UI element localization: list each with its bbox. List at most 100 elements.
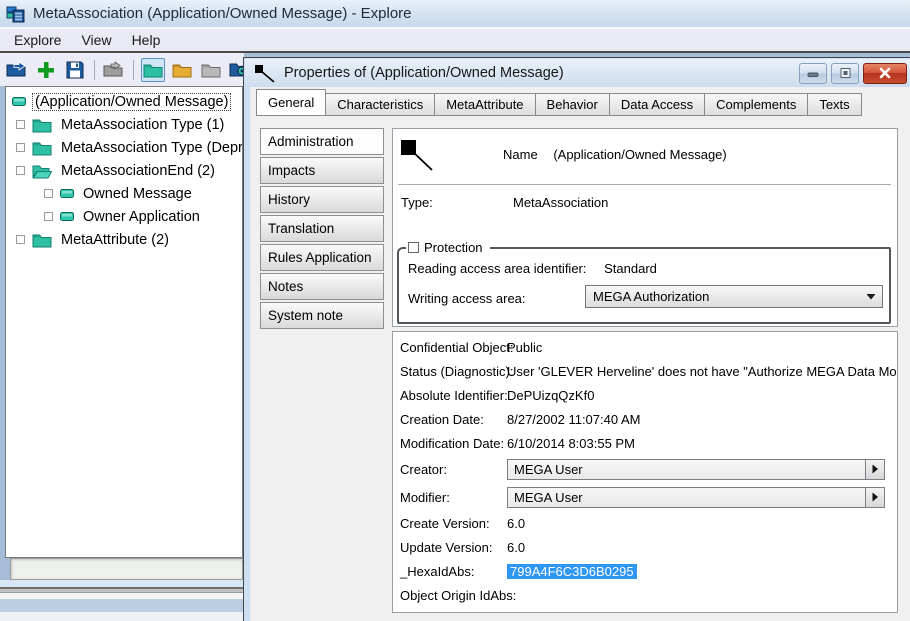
side-tab-impacts[interactable]: Impacts bbox=[260, 157, 384, 184]
field-value: 6.0 bbox=[507, 540, 525, 555]
tab-behavior[interactable]: Behavior bbox=[535, 93, 610, 116]
modifier-combo[interactable]: MEGA User bbox=[507, 487, 885, 508]
folder-yellow-icon[interactable] bbox=[170, 58, 194, 82]
field-row-hexaidabs: _HexaIdAbs:799A4F6C3D6B0295 bbox=[393, 559, 897, 583]
writing-access-area-select[interactable]: MEGA Authorization bbox=[585, 285, 883, 308]
side-tab-rules-application[interactable]: Rules Application bbox=[260, 244, 384, 271]
field-label: Confidential Object: bbox=[393, 340, 507, 355]
tree-item-metaassociation-type-depr[interactable]: MetaAssociation Type (Depr bbox=[6, 136, 242, 159]
separator bbox=[398, 184, 891, 185]
field-row-modification-date: Modification Date:6/10/2014 8:03:55 PM bbox=[393, 431, 897, 455]
tree-expander-icon[interactable] bbox=[16, 166, 25, 175]
statusbar bbox=[10, 558, 243, 580]
field-row-object-origin-idabs: Object Origin IdAbs: bbox=[393, 583, 897, 607]
reading-access-label: Reading access area identifier: bbox=[408, 261, 587, 276]
menu-help[interactable]: Help bbox=[122, 30, 171, 50]
side-tab-administration[interactable]: Administration bbox=[260, 128, 384, 155]
type-label: Type: bbox=[401, 195, 433, 210]
combo-expand-icon[interactable] bbox=[865, 488, 884, 507]
side-tab-translation[interactable]: Translation bbox=[260, 215, 384, 242]
tab-texts[interactable]: Texts bbox=[807, 93, 861, 116]
side-tab-strip: AdministrationImpactsHistoryTranslationR… bbox=[260, 128, 384, 331]
combo-expand-icon[interactable] bbox=[865, 460, 884, 479]
writing-access-label: Writing access area: bbox=[408, 291, 526, 306]
import-folder-icon[interactable] bbox=[102, 58, 126, 82]
chevron-down-icon bbox=[860, 293, 882, 300]
field-row-absolute-identifier: Absolute Identifier:DePUizqQzKf0 bbox=[393, 383, 897, 407]
field-label: Update Version: bbox=[393, 540, 507, 555]
main-window-title: MetaAssociation (Application/Owned Messa… bbox=[33, 5, 412, 22]
folder-gray-icon[interactable] bbox=[199, 58, 223, 82]
field-value: 6/10/2014 8:03:55 PM bbox=[507, 436, 635, 451]
folder-settings-icon[interactable] bbox=[228, 58, 244, 82]
tree-item-application-owned-message[interactable]: (Application/Owned Message) bbox=[6, 90, 242, 113]
folder-open-icon bbox=[32, 163, 52, 179]
tree-item-owner-application[interactable]: Owner Application bbox=[6, 205, 242, 228]
tree-item-label: MetaAssociationEnd (2) bbox=[59, 163, 217, 179]
name-value: (Application/Owned Message) bbox=[553, 147, 726, 162]
tab-data-access[interactable]: Data Access bbox=[609, 93, 705, 116]
side-tab-system-note[interactable]: System note bbox=[260, 302, 384, 329]
tree-item-owned-message[interactable]: Owned Message bbox=[6, 182, 242, 205]
minimize-button[interactable] bbox=[799, 63, 827, 84]
tab-strip: GeneralCharacteristicsMetaAttributeBehav… bbox=[256, 89, 861, 116]
field-label: Creation Date: bbox=[393, 412, 507, 427]
field-row-update-version: Update Version:6.0 bbox=[393, 535, 897, 559]
tree-item-metaattribute-2[interactable]: MetaAttribute (2) bbox=[6, 228, 242, 251]
tree-item-metaassociationend-2[interactable]: MetaAssociationEnd (2) bbox=[6, 159, 242, 182]
tab-general[interactable]: General bbox=[256, 89, 326, 116]
tab-characteristics[interactable]: Characteristics bbox=[325, 93, 435, 116]
tab-complements[interactable]: Complements bbox=[704, 93, 808, 116]
side-tab-notes[interactable]: Notes bbox=[260, 273, 384, 300]
field-label: Creator: bbox=[393, 462, 507, 477]
dialog-titlebar[interactable]: Properties of (Application/Owned Message… bbox=[245, 59, 910, 87]
bottom-strip bbox=[0, 612, 243, 621]
protection-label: Protection bbox=[424, 240, 483, 255]
open-model-icon[interactable] bbox=[5, 58, 29, 82]
menu-explore[interactable]: Explore bbox=[4, 30, 71, 50]
save-icon[interactable] bbox=[63, 58, 87, 82]
protection-checkbox[interactable] bbox=[408, 242, 419, 253]
field-label: Create Version: bbox=[393, 516, 507, 531]
app-icon bbox=[6, 4, 26, 24]
tree-expander-icon[interactable] bbox=[16, 143, 25, 152]
dialog-title: Properties of (Application/Owned Message… bbox=[284, 65, 799, 81]
name-label: Name bbox=[503, 147, 538, 162]
folder-teal-icon[interactable] bbox=[141, 58, 165, 82]
toolbar-separator bbox=[94, 60, 95, 80]
association-icon-large bbox=[399, 138, 435, 177]
toolbar bbox=[0, 53, 244, 86]
new-object-icon[interactable] bbox=[34, 58, 58, 82]
field-value: DePUizqQzKf0 bbox=[507, 388, 594, 403]
protection-groupbox: Protection Reading access area identifie… bbox=[397, 247, 891, 324]
field-value[interactable]: 799A4F6C3D6B0295 bbox=[507, 564, 637, 579]
field-label: Object Origin IdAbs: bbox=[393, 588, 507, 603]
tree-item-label: MetaAssociation Type (1) bbox=[59, 117, 226, 133]
field-row-modifier: Modifier:MEGA User bbox=[393, 483, 897, 511]
tree-item-metaassociation-type-1[interactable]: MetaAssociation Type (1) bbox=[6, 113, 242, 136]
field-value: 8/27/2002 11:07:40 AM bbox=[507, 412, 640, 427]
creator-combo[interactable]: MEGA User bbox=[507, 459, 885, 480]
field-label: _HexaIdAbs: bbox=[393, 564, 507, 579]
tree-expander-icon[interactable] bbox=[44, 189, 53, 198]
maximize-button[interactable] bbox=[831, 63, 859, 84]
object-pill-icon bbox=[12, 97, 26, 106]
object-pill-icon bbox=[60, 189, 74, 198]
object-tree: (Application/Owned Message) MetaAssociati… bbox=[5, 86, 243, 558]
folder-closed-icon bbox=[32, 117, 52, 133]
side-tab-history[interactable]: History bbox=[260, 186, 384, 213]
tree-expander-icon[interactable] bbox=[16, 235, 25, 244]
field-value: User 'GLEVER Herveline' does not have "A… bbox=[507, 364, 897, 379]
tree-item-label: Owner Application bbox=[81, 209, 202, 225]
tree-expander-icon[interactable] bbox=[44, 212, 53, 221]
close-button[interactable] bbox=[863, 63, 907, 84]
main-titlebar[interactable]: MetaAssociation (Application/Owned Messa… bbox=[0, 0, 910, 27]
field-label: Modification Date: bbox=[393, 436, 507, 451]
tree-item-label: Owned Message bbox=[81, 186, 194, 202]
tree-expander-icon[interactable] bbox=[16, 120, 25, 129]
field-row-confidential-object: Confidential Object:Public bbox=[393, 335, 897, 359]
field-row-create-version: Create Version:6.0 bbox=[393, 511, 897, 535]
field-row-status-diagnostic: Status (Diagnostic):User 'GLEVER Herveli… bbox=[393, 359, 897, 383]
menu-view[interactable]: View bbox=[71, 30, 121, 50]
tab-metaattribute[interactable]: MetaAttribute bbox=[434, 93, 535, 116]
